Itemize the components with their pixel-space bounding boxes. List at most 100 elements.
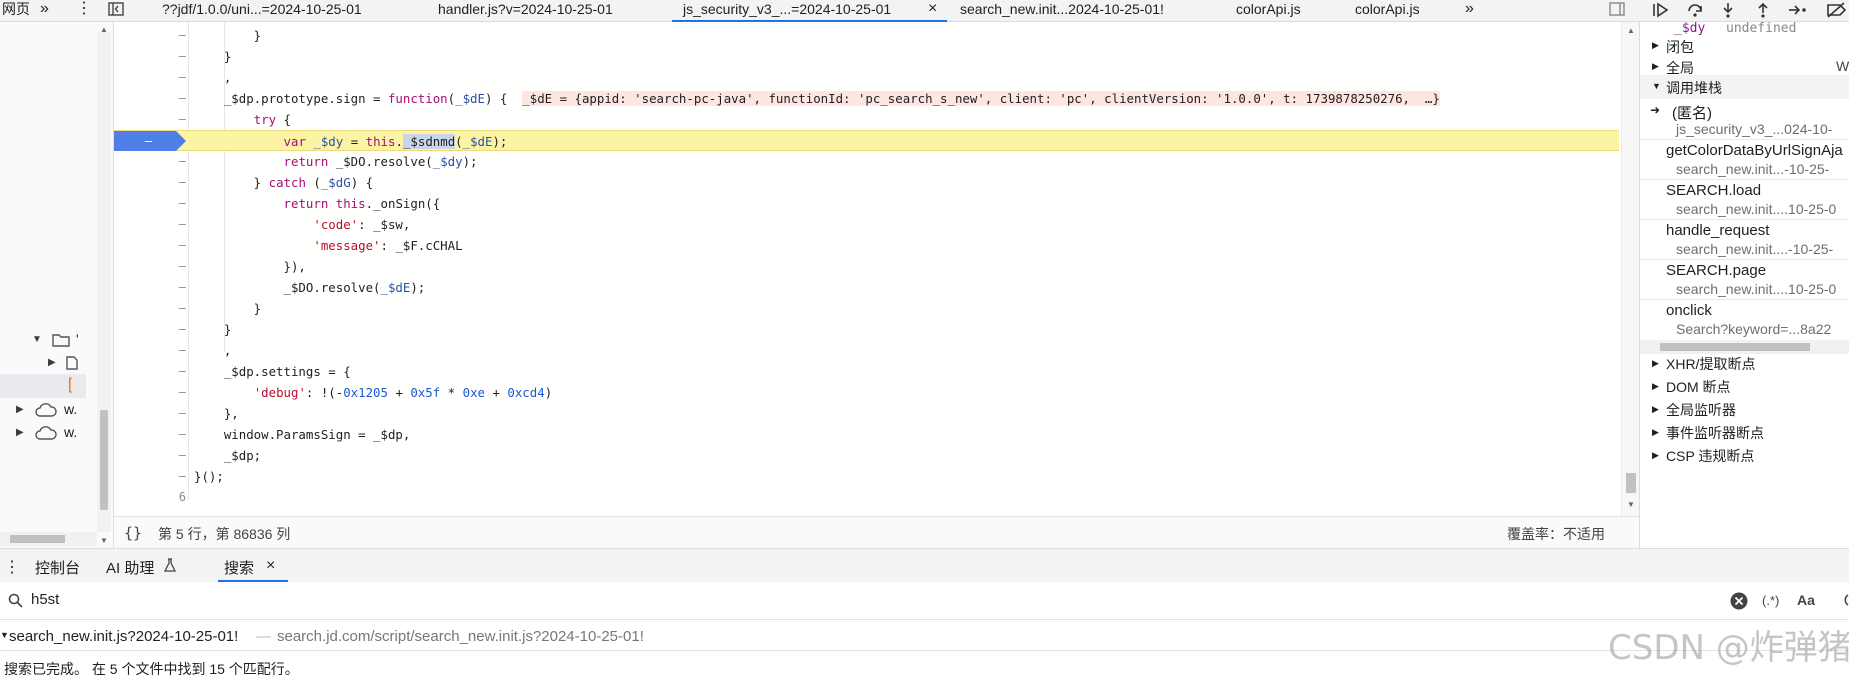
call-frame[interactable]: SEARCH.page search_new.init....10-25-0 xyxy=(1640,260,1849,299)
scroll-down-icon[interactable]: ▼ xyxy=(100,536,108,545)
triangle-right-icon: ▶ xyxy=(1652,358,1659,368)
source-tab[interactable]: ??jdf/1.0.0/uni...=2024-10-25-01 xyxy=(162,0,362,22)
code-line: –}(); xyxy=(178,469,224,484)
close-icon[interactable]: × xyxy=(928,0,937,22)
refresh-icon[interactable] xyxy=(1838,592,1849,611)
section-title: 事件监听器断点 xyxy=(1666,425,1764,441)
section-title: XHR/提取断点 xyxy=(1666,356,1756,372)
code-line: – 'code': _$sw, xyxy=(178,217,411,232)
section-title: 调用堆栈 xyxy=(1666,80,1722,96)
tree-file[interactable]: ▶ xyxy=(0,352,100,376)
flask-icon xyxy=(163,558,177,576)
search-input[interactable]: h5st xyxy=(31,591,59,608)
step-icon[interactable] xyxy=(1788,2,1808,24)
tab-console[interactable]: 控制台 xyxy=(35,557,80,578)
tree-domain[interactable]: ▶ w. xyxy=(0,399,100,423)
call-frame-active[interactable]: ➜ (匿名) js_security_v3_...024-10- xyxy=(1640,100,1849,139)
frame-name: handle_request xyxy=(1666,222,1770,239)
pretty-print-button[interactable]: {} xyxy=(124,524,142,542)
scroll-up-icon[interactable]: ▲ xyxy=(100,25,108,34)
triangle-right-icon[interactable]: ▶ xyxy=(16,427,24,438)
tree-folder[interactable]: ▼ ' xyxy=(0,329,100,353)
file-icon xyxy=(66,356,78,373)
code-line: – return _$DO.resolve(_$dy); xyxy=(178,154,478,169)
scrollbar-thumb[interactable] xyxy=(1660,343,1810,351)
step-out-icon[interactable] xyxy=(1755,2,1771,24)
triangle-down-icon[interactable]: ▼ xyxy=(0,630,9,640)
dom-breakpoints-section[interactable]: ▶ DOM 断点 xyxy=(1640,375,1849,397)
source-tab[interactable]: search_new.init...2024-10-25-01! xyxy=(960,0,1164,22)
triangle-right-icon: ▶ xyxy=(1652,404,1659,414)
current-frame-arrow-icon: ➜ xyxy=(1650,103,1661,117)
code-line: – } catch (_$dG) { xyxy=(178,175,374,190)
frame-name: getColorDataByUrlSignAja xyxy=(1666,142,1843,159)
code-line: – } xyxy=(178,49,232,64)
scroll-up-icon[interactable]: ▲ xyxy=(1627,26,1635,35)
breakpoint-marker[interactable]: – xyxy=(114,131,186,151)
inline-value-preview: _$dE = {appid: 'search-pc-java', functio… xyxy=(522,91,1440,106)
frame-location[interactable]: search_new.init....10-25-0 xyxy=(1676,281,1836,297)
tree-file-selected[interactable]: [ xyxy=(0,374,86,398)
chevron-double-right-icon[interactable]: » xyxy=(40,0,49,22)
more-vert-icon[interactable]: ⋮ xyxy=(76,0,92,22)
source-tab[interactable]: colorApi.js xyxy=(1236,0,1301,22)
paused-code-line: – var _$dy = this._$sdnmd(_$dE); xyxy=(114,130,1619,151)
toggle-navigator-icon[interactable] xyxy=(108,2,124,24)
resume-icon[interactable] xyxy=(1652,2,1670,24)
scrollbar-thumb[interactable] xyxy=(100,410,108,510)
frame-name: SEARCH.load xyxy=(1666,182,1762,199)
more-vert-icon[interactable]: ⋮ xyxy=(4,557,20,577)
folder-icon xyxy=(52,332,70,351)
triangle-down-icon[interactable]: ▼ xyxy=(32,334,42,345)
call-frame[interactable]: SEARCH.load search_new.init....10-25-0 xyxy=(1640,180,1849,219)
scrollbar-thumb[interactable] xyxy=(1626,473,1636,493)
call-frame[interactable]: handle_request search_new.init....-10-25… xyxy=(1640,220,1849,259)
triangle-right-icon[interactable]: ▶ xyxy=(48,357,56,368)
triangle-right-icon[interactable]: ▶ xyxy=(1652,61,1659,72)
scope-closure[interactable]: 闭包 xyxy=(1666,37,1694,57)
coverage-status: 覆盖率：不适用 xyxy=(1507,526,1605,542)
source-tab[interactable]: colorApi.js xyxy=(1355,0,1420,22)
frame-location[interactable]: Search?keyword=...8a22 xyxy=(1676,321,1831,337)
tab-search[interactable]: 搜索 xyxy=(224,557,254,578)
frame-location[interactable]: search_new.init....10-25-0 xyxy=(1676,201,1836,217)
file-navigator: ▼ ' ▶ [ ▶ w. ▶ w. ▲ ▼ xyxy=(0,22,114,548)
tab-ai-assistant[interactable]: AI 助理 xyxy=(106,557,154,578)
call-frame[interactable]: onclick Search?keyword=...8a22 xyxy=(1640,300,1849,339)
global-listeners-section[interactable]: ▶ 全局监听器 xyxy=(1640,398,1849,420)
scrollbar-thumb[interactable] xyxy=(10,535,65,543)
callstack-header[interactable]: ▼ 调用堆栈 xyxy=(1640,75,1849,99)
case-sensitive-toggle[interactable]: Aa xyxy=(1797,592,1815,608)
result-file-name[interactable]: search_new.init.js?2024-10-25-01! xyxy=(9,628,238,645)
csp-breakpoints-section[interactable]: ▶ CSP 违规断点 xyxy=(1640,444,1849,466)
source-tab[interactable]: handler.js?v=2024-10-25-01 xyxy=(438,0,613,22)
triangle-right-icon[interactable]: ▶ xyxy=(1652,40,1659,51)
code-line: – window.ParamsSign = _$dp, xyxy=(178,427,411,442)
step-over-icon[interactable] xyxy=(1686,2,1704,24)
scroll-down-icon[interactable]: ▼ xyxy=(1627,500,1635,509)
toggle-debugger-icon[interactable] xyxy=(1609,2,1625,24)
frame-location[interactable]: js_security_v3_...024-10- xyxy=(1676,121,1832,137)
regex-toggle[interactable]: (.*) xyxy=(1762,593,1779,608)
editor-scrollbar[interactable]: ▲ ▼ xyxy=(1621,22,1639,516)
clear-search-icon[interactable] xyxy=(1730,592,1748,613)
call-frame[interactable]: getColorDataByUrlSignAja search_new.init… xyxy=(1640,140,1849,179)
page-tab-label[interactable]: 网页 xyxy=(2,0,30,22)
frame-location[interactable]: search_new.init...-10-25- xyxy=(1676,161,1829,177)
code-line: – try { xyxy=(178,112,291,127)
tree-domain[interactable]: ▶ w. xyxy=(0,422,100,446)
navigator-scrollbar[interactable] xyxy=(97,32,111,532)
tree-item-label: w. xyxy=(64,424,78,440)
triangle-right-icon[interactable]: ▶ xyxy=(16,404,24,415)
triangle-right-icon: ▶ xyxy=(1652,381,1659,391)
close-icon[interactable]: × xyxy=(266,557,275,575)
code-editor[interactable]: – } – } – , – _$dp.prototype.sign = func… xyxy=(114,22,1639,516)
deactivate-breakpoints-icon[interactable] xyxy=(1826,2,1847,24)
event-listener-breakpoints-section[interactable]: ▶ 事件监听器断点 xyxy=(1640,421,1849,443)
frame-location[interactable]: search_new.init....-10-25- xyxy=(1676,241,1833,257)
step-into-icon[interactable] xyxy=(1720,2,1736,24)
navigator-hscrollbar[interactable] xyxy=(0,532,97,546)
source-tab-active[interactable]: js_security_v3_...=2024-10-25-01 xyxy=(683,0,891,22)
chevron-double-right-icon[interactable]: » xyxy=(1465,0,1474,22)
xhr-breakpoints-section[interactable]: ▶ XHR/提取断点 xyxy=(1640,352,1849,374)
